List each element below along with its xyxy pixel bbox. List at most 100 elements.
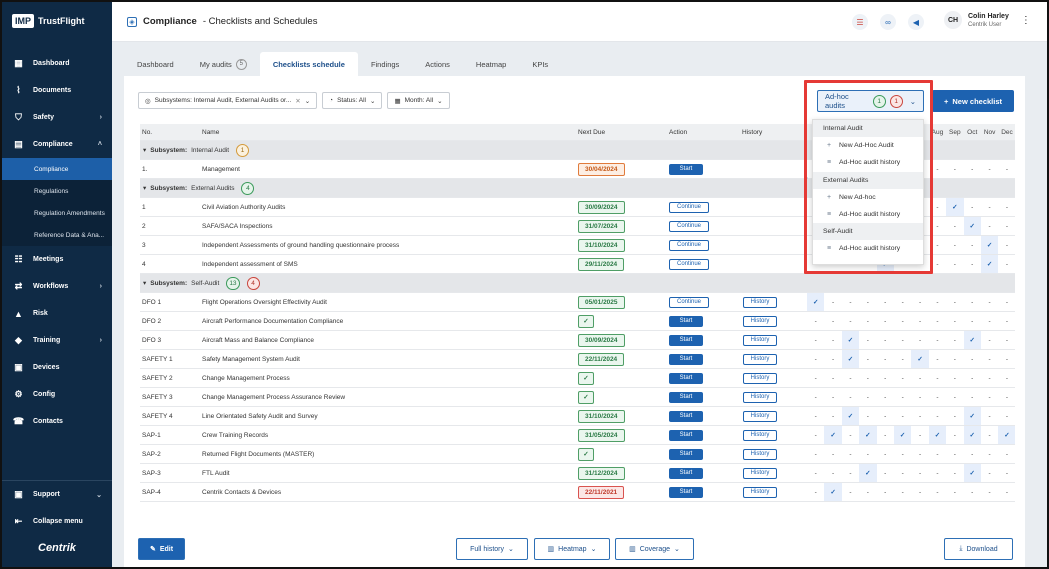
start-button[interactable]: Start bbox=[669, 391, 703, 403]
sidebar-item-workflows[interactable]: ⇄ Workflows › bbox=[2, 273, 112, 300]
start-button[interactable]: Start bbox=[669, 448, 703, 460]
month-check-icon[interactable]: ✓ bbox=[963, 407, 981, 425]
table-row[interactable]: SAFETY 2 Change Management Process ✓ Start H… bbox=[140, 369, 1015, 388]
table-row[interactable]: SAP-2 Returned Flight Documents (MASTER) ✓… bbox=[140, 445, 1015, 464]
month-check-icon[interactable]: ✓ bbox=[841, 350, 860, 368]
month-check-icon[interactable]: ✓ bbox=[841, 407, 860, 425]
tab-kpis[interactable]: KPIs bbox=[519, 52, 561, 76]
month-empty: - bbox=[953, 165, 956, 173]
history-button[interactable]: History bbox=[743, 315, 777, 327]
table-row[interactable]: SAFETY 3 Change Management Process Assura… bbox=[140, 388, 1015, 407]
start-button[interactable]: Start bbox=[669, 163, 703, 175]
month-check-icon[interactable]: ✓ bbox=[859, 426, 877, 444]
sidebar-item-safety[interactable]: ⛉ Safety › bbox=[2, 104, 112, 131]
clear-icon[interactable]: ✕ bbox=[295, 97, 300, 105]
heatmap-button[interactable]: ▥ Heatmap ⌄ bbox=[534, 538, 610, 560]
list-icon[interactable]: ☰ bbox=[852, 14, 868, 30]
sidebar-item-meetings[interactable]: ☷ Meetings bbox=[2, 246, 112, 273]
tab-actions[interactable]: Actions bbox=[412, 52, 463, 76]
table-row[interactable]: DFO 2 Aircraft Performance Documentation … bbox=[140, 312, 1015, 331]
start-button[interactable]: Start bbox=[669, 334, 703, 346]
month-check-icon[interactable]: ✓ bbox=[980, 255, 999, 273]
table-row[interactable]: DFO 3 Aircraft Mass and Balance Complianc… bbox=[140, 331, 1015, 350]
table-row[interactable]: SAP-4 Centrik Contacts & Devices 22/11/202… bbox=[140, 483, 1015, 502]
coverage-button[interactable]: ▥ Coverage ⌄ bbox=[615, 538, 694, 560]
month-check-icon[interactable]: ✓ bbox=[807, 293, 825, 311]
sidebar-subitem-compliance[interactable]: Compliance bbox=[2, 158, 112, 180]
continue-button[interactable]: Continue bbox=[669, 239, 709, 251]
sidebar-item-training[interactable]: ◆ Training › bbox=[2, 327, 112, 354]
month-check-icon[interactable]: ✓ bbox=[946, 198, 964, 216]
sidebar-item-dashboard[interactable]: ▦ Dashboard bbox=[2, 50, 112, 77]
table-row[interactable]: SAFETY 4 Line Orientated Safety Audit and… bbox=[140, 407, 1015, 426]
subsystems-filter[interactable]: ◎ Subsystems: Internal Audit, External A… bbox=[138, 92, 318, 109]
sidebar-subitem-reference-data-ana-[interactable]: Reference Data & Ana... bbox=[2, 224, 112, 246]
month-check-icon[interactable]: ✓ bbox=[824, 483, 842, 501]
history-button[interactable]: History bbox=[743, 334, 777, 346]
month-check-icon[interactable]: ✓ bbox=[824, 426, 842, 444]
new-checklist-button[interactable]: + New checklist bbox=[932, 90, 1014, 112]
history-button[interactable]: History bbox=[743, 448, 777, 460]
continue-button[interactable]: Continue bbox=[669, 220, 709, 232]
edit-button[interactable]: ✎ Edit bbox=[138, 538, 185, 560]
table-row[interactable]: SAP-3 FTL Audit 31/12/2024 Start History - - - ✓… bbox=[140, 464, 1015, 483]
start-button[interactable]: Start bbox=[669, 410, 703, 422]
logo[interactable]: IMP TrustFlight bbox=[12, 14, 85, 28]
full-history-button[interactable]: Full history ⌄ bbox=[456, 538, 528, 560]
month-check-icon[interactable]: ✓ bbox=[963, 426, 981, 444]
month-check-icon[interactable]: ✓ bbox=[963, 217, 981, 235]
sidebar-item-compliance[interactable]: ▤ Compliance ˄ bbox=[2, 131, 112, 158]
sidebar-subitem-regulations[interactable]: Regulations bbox=[2, 180, 112, 202]
month-check-icon[interactable]: ✓ bbox=[963, 464, 981, 482]
history-button[interactable]: History bbox=[743, 372, 777, 384]
sidebar-item-documents[interactable]: ⌇ Documents bbox=[2, 77, 112, 104]
download-button[interactable]: ⤓ Download bbox=[944, 538, 1013, 560]
start-button[interactable]: Start bbox=[669, 429, 703, 441]
sidebar-item-config[interactable]: ⚙ Config bbox=[2, 381, 112, 408]
sidebar-item-contacts[interactable]: ☎ Contacts bbox=[2, 408, 112, 435]
megaphone-icon[interactable]: ◀ bbox=[908, 14, 924, 30]
tab-dashboard[interactable]: Dashboard bbox=[124, 52, 187, 76]
month-check-icon[interactable]: ✓ bbox=[911, 350, 929, 368]
sidebar-item-devices[interactable]: ▣ Devices bbox=[2, 354, 112, 381]
tab-my-audits[interactable]: My audits 5 bbox=[187, 52, 260, 76]
sidebar-subitem-regulation-amendments[interactable]: Regulation Amendments bbox=[2, 202, 112, 224]
month-check-icon[interactable]: ✓ bbox=[893, 426, 912, 444]
subsystem-row[interactable]: ▾ Subsystem: Self-Audit 13 4 bbox=[140, 274, 1015, 293]
table-row[interactable]: DFO 1 Flight Operations Oversight Effecti… bbox=[140, 293, 1015, 312]
continue-button[interactable]: Continue bbox=[669, 258, 709, 270]
history-button[interactable]: History bbox=[743, 353, 777, 365]
month-check-icon[interactable]: ✓ bbox=[980, 236, 999, 254]
month-check-icon[interactable]: ✓ bbox=[998, 426, 1015, 444]
continue-button[interactable]: Continue bbox=[669, 201, 709, 213]
sidebar-item-support[interactable]: ▣ Support ⌄ bbox=[2, 481, 112, 508]
month-filter[interactable]: ▦ Month: All ⌄ bbox=[387, 92, 450, 109]
link-icon[interactable]: ∞ bbox=[880, 14, 896, 30]
history-button[interactable]: History bbox=[743, 410, 777, 422]
continue-button[interactable]: Continue bbox=[669, 296, 709, 308]
start-button[interactable]: Start bbox=[669, 486, 703, 498]
sidebar-item-risk[interactable]: ▲ Risk bbox=[2, 300, 112, 327]
start-button[interactable]: Start bbox=[669, 467, 703, 479]
start-button[interactable]: Start bbox=[669, 372, 703, 384]
history-button[interactable]: History bbox=[743, 467, 777, 479]
history-button[interactable]: History bbox=[743, 391, 777, 403]
month-check-icon[interactable]: ✓ bbox=[928, 426, 947, 444]
month-check-icon[interactable]: ✓ bbox=[841, 331, 860, 349]
start-button[interactable]: Start bbox=[669, 353, 703, 365]
tab-checklists-schedule[interactable]: Checklists schedule bbox=[259, 52, 358, 76]
more-vertical-icon[interactable]: ⋮ bbox=[1021, 15, 1031, 26]
month-check-icon[interactable]: ✓ bbox=[963, 331, 981, 349]
history-button[interactable]: History bbox=[743, 486, 777, 498]
history-button[interactable]: History bbox=[743, 429, 777, 441]
start-button[interactable]: Start bbox=[669, 315, 703, 327]
tab-findings[interactable]: Findings bbox=[358, 52, 412, 76]
status-filter[interactable]: ◔ Status: All ⌄ bbox=[322, 92, 383, 109]
user-menu[interactable]: CH Colin Harley Centrik User ⋮ bbox=[944, 11, 1031, 29]
tab-heatmap[interactable]: Heatmap bbox=[463, 52, 519, 76]
collapse-menu-button[interactable]: ⇤ Collapse menu bbox=[2, 508, 112, 535]
history-button[interactable]: History bbox=[743, 296, 777, 308]
table-row[interactable]: SAP-1 Crew Training Records 31/05/2024 Star… bbox=[140, 426, 1015, 445]
table-row[interactable]: SAFETY 1 Safety Management System Audit 22… bbox=[140, 350, 1015, 369]
month-check-icon[interactable]: ✓ bbox=[859, 464, 877, 482]
